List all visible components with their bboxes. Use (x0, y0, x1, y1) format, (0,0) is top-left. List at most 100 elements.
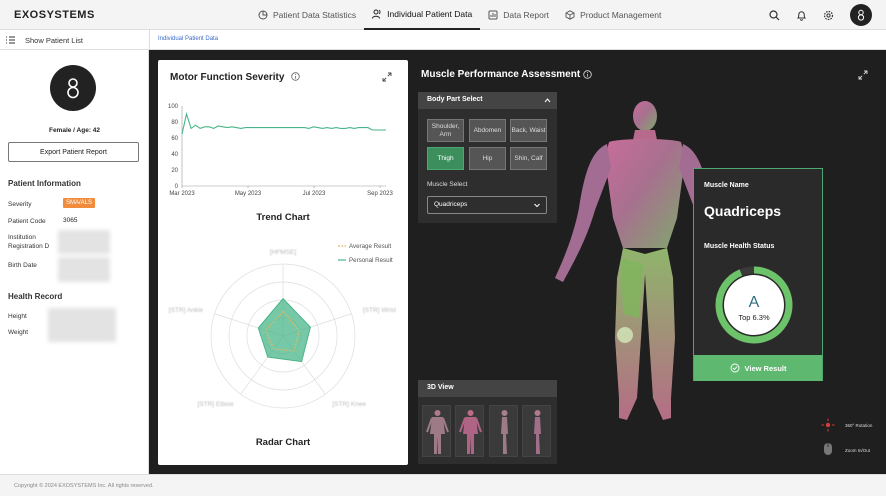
nav-label: Data Report (503, 10, 550, 20)
severity-badge: SMA/ALS (63, 198, 96, 208)
radar-axis-label: [STR] Ankle (169, 307, 204, 314)
gear-icon[interactable] (823, 10, 834, 21)
body-part-shin-calf[interactable]: Shin, Calf (510, 147, 547, 170)
body-part-back-waist[interactable]: Back, Waist (510, 119, 547, 142)
body-part-hip[interactable]: Hip (469, 147, 506, 170)
y-tick-label: 40 (171, 152, 178, 158)
body-right-leg (645, 248, 675, 420)
export-patient-report-button[interactable]: Export Patient Report (8, 142, 139, 162)
legend-label: Personal Result (349, 257, 393, 264)
patient-avatar (50, 65, 96, 111)
body-neck (633, 130, 657, 140)
result-icon (730, 363, 739, 373)
health-percentile: Top 6.3% (738, 313, 770, 322)
main-nav: Patient Data Statistics Individual Patie… (250, 0, 669, 30)
body-left-arm (555, 144, 611, 282)
radar-axis-label: [STR] Elbow (198, 401, 234, 408)
info-icon[interactable] (291, 72, 300, 81)
report-icon (488, 10, 498, 20)
birth-date-label: Birth Date (8, 262, 37, 269)
y-tick-label: 20 (171, 168, 178, 174)
motor-function-card: Motor Function Severity 0 20 40 60 80 100 Mar … (158, 60, 408, 465)
cursor-marker (617, 327, 633, 343)
3d-view-panel: 3D View (418, 380, 557, 464)
body-side-icon (534, 410, 541, 454)
x-tick-label: Mar 2023 (169, 191, 195, 197)
body-front-icon (426, 410, 449, 454)
view-thumb-back[interactable] (455, 405, 484, 457)
view-thumb-side-right[interactable] (522, 405, 551, 457)
3d-view-title: 3D View (418, 380, 557, 397)
expand-icon[interactable] (382, 72, 392, 82)
severity-label: Severity (8, 201, 32, 208)
top-bar: EXOSYSTEMS Patient Data Statistics Indiv… (0, 0, 886, 30)
patient-code-value: 3065 (63, 217, 78, 224)
y-tick-label: 100 (168, 104, 179, 110)
view-result-label: View Result (744, 363, 787, 373)
weight-label: Weight (8, 329, 29, 336)
nav-data-report[interactable]: Data Report (480, 0, 557, 30)
main-content: Motor Function Severity 0 20 40 60 80 100 Mar … (149, 50, 886, 474)
muscle-name-value: Quadriceps (704, 203, 782, 219)
expand-icon[interactable] (858, 70, 868, 80)
redacted-institution (58, 230, 110, 254)
nav-label: Patient Data Statistics (273, 10, 357, 20)
radar-axis-label: [STR] Wrist (363, 307, 396, 314)
patient-information-title: Patient Information (8, 179, 81, 188)
view-result-button[interactable]: View Result (694, 355, 822, 381)
body-part-select-panel: Body Part Select Shoulder, Arm Abdomen B… (418, 92, 557, 223)
user-avatar[interactable] (850, 4, 872, 26)
show-patient-list-button[interactable]: Show Patient List (6, 30, 83, 50)
trend-chart: 0 20 40 60 80 100 Mar 2023 May 2023 Jul 2023 Sep … (168, 104, 394, 197)
muscle-performance-title: Muscle Performance Assessment (421, 69, 581, 80)
radar-chart: [HFMSE] [STR] Wrist [STR] Knee [STR] Elbow [… (169, 243, 396, 409)
bell-icon[interactable] (796, 10, 807, 21)
body-part-thigh[interactable]: Thigh (427, 147, 464, 170)
nav-individual-patient-data[interactable]: Individual Patient Data (364, 0, 481, 30)
trend-chart-title: Trend Chart (256, 212, 310, 223)
body-part-shoulder-arm[interactable]: Shoulder, Arm (427, 119, 464, 142)
radar-axis-label: [STR] Knee (332, 401, 366, 408)
body-part-abdomen[interactable]: Abdomen (469, 119, 506, 142)
nav-label: Product Management (580, 10, 662, 20)
user-icon (857, 9, 865, 21)
radar-axis-label: [HFMSE] (270, 249, 297, 256)
muscle-select-dropdown[interactable]: Quadriceps (427, 196, 547, 214)
muscle-select-label: Muscle Select (427, 181, 468, 188)
divider (149, 30, 150, 50)
muscle-health-label: Muscle Health Status (704, 243, 775, 250)
nav-product-management[interactable]: Product Management (557, 0, 669, 30)
body-part-select-title: Body Part Select (427, 96, 483, 103)
app-logo[interactable]: EXOSYSTEMS (14, 9, 95, 21)
muscle-name-label: Muscle Name (704, 182, 749, 189)
muscle-result-card: Muscle Name Quadriceps Muscle Health Sta… (693, 168, 823, 381)
top-icons (769, 4, 872, 26)
pie-chart-icon (258, 10, 268, 20)
muscle-select-value: Quadriceps (434, 201, 468, 208)
trend-series-line (181, 111, 386, 135)
body-side-icon (501, 410, 508, 454)
user-icon (67, 78, 79, 99)
radar-series-personal (257, 297, 311, 363)
zoom-hint: Zoom In/Out (845, 448, 871, 453)
copyright-text: Copyright © 2024 EXOSYSTEMS Inc. All rig… (14, 483, 154, 489)
y-tick-label: 0 (175, 184, 179, 190)
nav-patient-data-statistics[interactable]: Patient Data Statistics (250, 0, 364, 30)
health-gauge: A Top 6.3% (715, 266, 793, 344)
search-icon[interactable] (769, 9, 780, 21)
x-tick-label: May 2023 (235, 191, 262, 197)
x-tick-label: Sep 2023 (367, 191, 393, 197)
rotation-hint: 360° Rotation (845, 423, 873, 428)
body-part-select-header[interactable]: Body Part Select (418, 92, 557, 109)
view-thumb-side-left[interactable] (489, 405, 518, 457)
users-icon (372, 9, 381, 19)
y-tick-label: 80 (171, 120, 178, 126)
redacted-birth-date (58, 257, 110, 282)
chevron-up-icon (544, 98, 551, 103)
radar-chart-title: Radar Chart (255, 437, 311, 448)
view-thumb-front[interactable] (422, 405, 451, 457)
height-label: Height (8, 313, 27, 320)
redacted-health-record (48, 308, 116, 342)
info-icon[interactable] (583, 70, 592, 79)
breadcrumb[interactable]: Individual Patient Data (158, 36, 218, 42)
